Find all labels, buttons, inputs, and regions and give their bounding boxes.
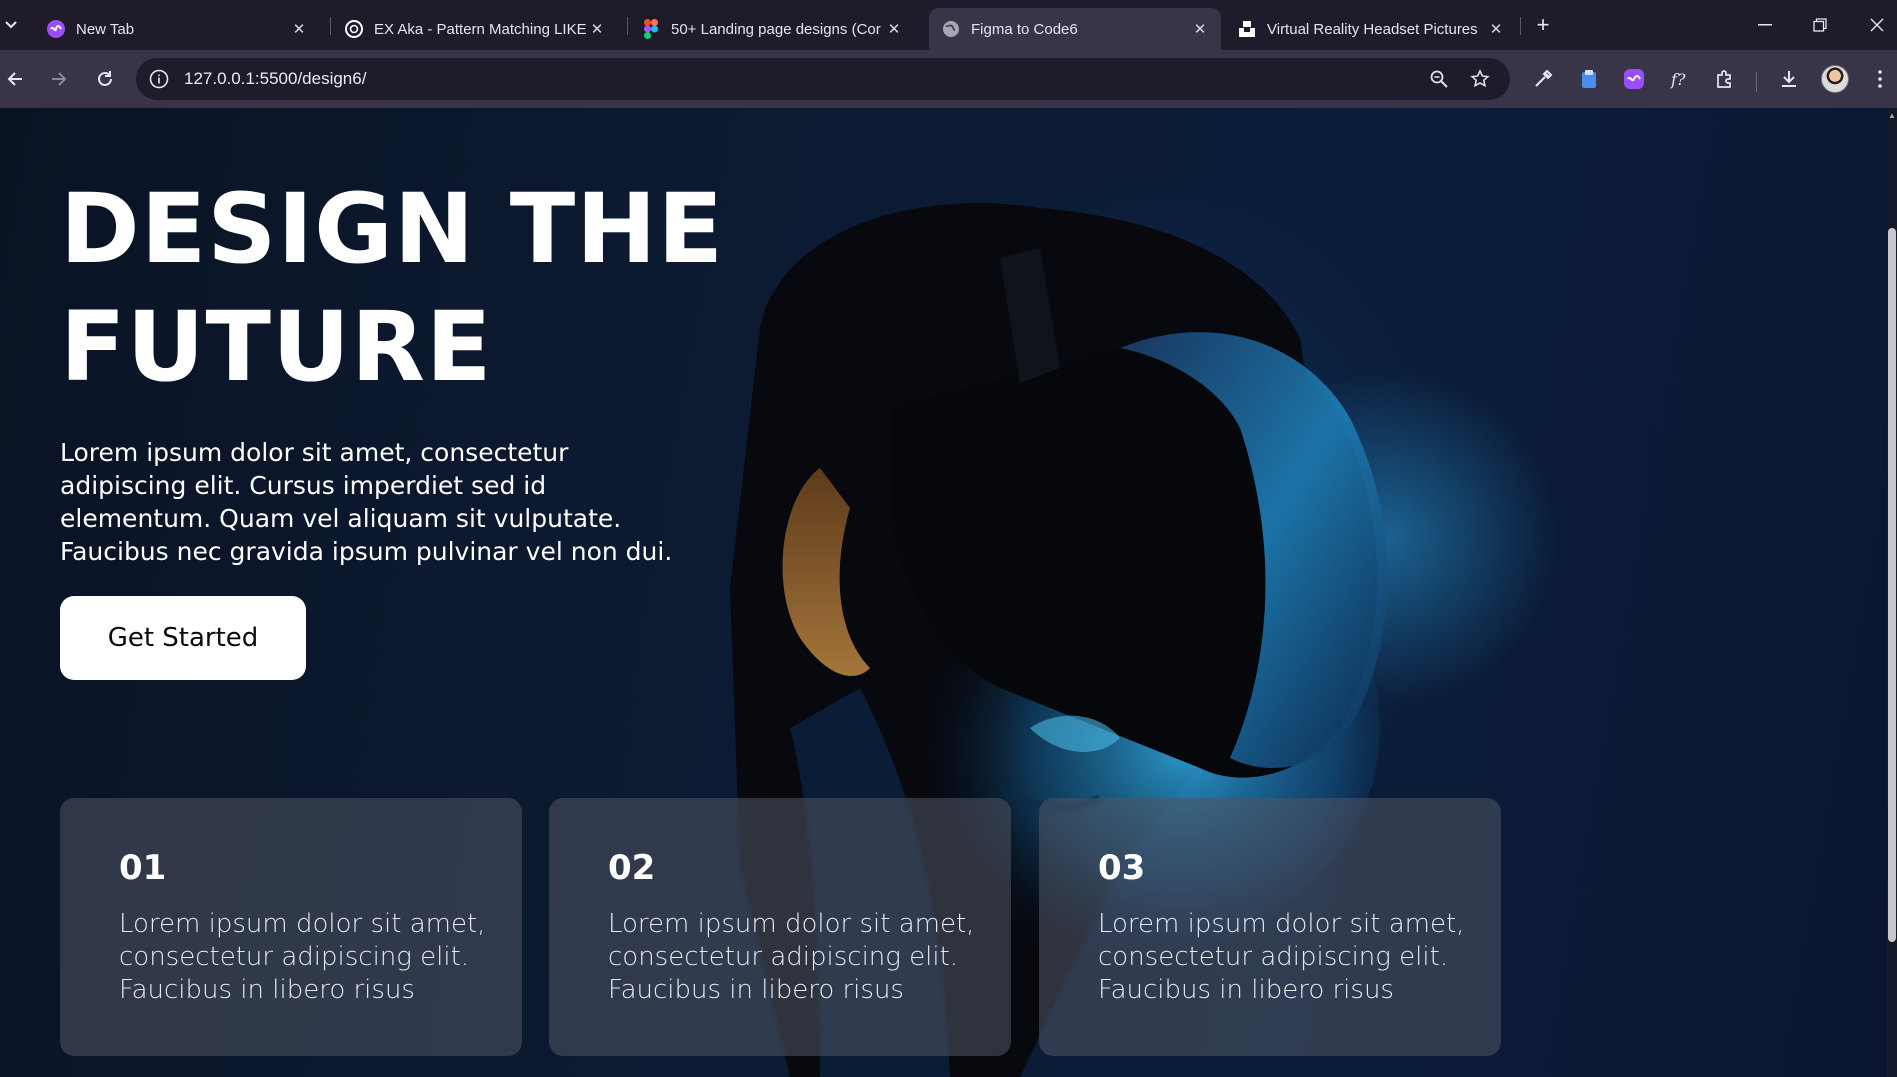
close-window-icon[interactable] [1860,8,1894,42]
close-icon[interactable]: ✕ [1189,18,1211,40]
site-info-icon[interactable] [146,66,172,92]
feature-card-text: Lorem ipsum dolor sit amet, consectetur … [119,909,486,1005]
eyedropper-icon[interactable] [1528,62,1558,96]
purple-ai-icon [46,19,66,39]
address-bar[interactable]: 127.0.0.1:5500/design6/ [136,58,1510,100]
bookmark-star-icon[interactable] [1467,66,1493,92]
close-icon[interactable]: ✕ [1485,18,1507,40]
tab-pattern-matching[interactable]: EX Aka - Pattern Matching LIKE ✕ [332,8,618,50]
svg-text:f?: f? [1670,70,1686,89]
font-extension-icon[interactable]: f? [1665,62,1695,96]
feature-card-02: 02 Lorem ipsum dolor sit amet, consectet… [549,798,1011,1056]
restore-icon[interactable] [1803,8,1837,42]
forward-arrow-icon[interactable] [42,62,76,96]
tab-title: New Tab [76,20,135,38]
get-started-button[interactable]: Get Started [60,596,306,680]
toolbar-divider [1756,72,1757,92]
unsplash-icon [1237,19,1257,39]
url-text[interactable]: 127.0.0.1:5500/design6/ [184,69,366,89]
feature-card-01: 01 Lorem ipsum dolor sit amet, consectet… [60,798,522,1056]
tab-title: Virtual Reality Headset Pictures [1267,20,1478,38]
minimize-icon[interactable] [1748,8,1782,42]
close-icon[interactable]: ✕ [883,18,905,40]
purple-ai-extension-icon[interactable] [1619,62,1649,96]
extensions-puzzle-icon[interactable] [1710,62,1740,96]
hero-title-line-2: FUTURE [60,291,493,403]
download-icon[interactable] [1774,62,1804,96]
new-tab-button[interactable]: + [1530,12,1556,38]
page-viewport: DESIGN THE FUTURE Lorem ipsum dolor sit … [0,108,1897,1077]
browser-toolbar: 127.0.0.1:5500/design6/ [0,50,1897,108]
scrollbar-thumb[interactable] [1888,228,1896,942]
close-icon[interactable]: ✕ [288,18,310,40]
feature-card-03: 03 Lorem ipsum dolor sit amet, consectet… [1039,798,1501,1056]
profile-avatar[interactable] [1821,65,1849,93]
feature-card-text: Lorem ipsum dolor sit amet, consectetur … [608,909,975,1005]
tab-separator [330,17,331,35]
hero-title: DESIGN THE FUTURE [60,170,780,406]
tab-title: Figma to Code6 [971,20,1078,38]
tab-separator [627,17,628,35]
tab-new-tab[interactable]: New Tab ✕ [34,8,320,50]
tab-title: EX Aka - Pattern Matching LIKE [374,20,586,38]
tab-separator [1520,17,1521,35]
globe-icon [941,19,961,39]
back-arrow-icon[interactable] [0,62,32,96]
scroll-up-arrow-icon[interactable]: ▲ [1888,112,1896,120]
feature-card-text: Lorem ipsum dolor sit amet, consectetur … [1098,909,1465,1005]
feature-card-number: 03 [1098,848,1146,888]
tab-strip: New Tab ✕ EX Aka - Pattern Matching LIKE… [0,0,1897,50]
page-scrollbar[interactable]: ▲ [1887,108,1897,1077]
figma-icon [641,19,661,39]
reload-icon[interactable] [88,62,122,96]
tab-search-icon[interactable] [0,8,22,42]
openai-icon [344,19,364,39]
tab-title: 50+ Landing page designs (Cor [671,20,881,38]
tab-vr-headset-pictures[interactable]: Virtual Reality Headset Pictures ✕ [1225,8,1517,50]
hero-title-line-1: DESIGN THE [60,173,725,285]
tab-figma-to-code6[interactable]: Figma to Code6 ✕ [929,8,1221,50]
tab-landing-designs[interactable]: 50+ Landing page designs (Cor ✕ [629,8,915,50]
close-icon[interactable]: ✕ [586,18,608,40]
clipboard-extension-icon[interactable] [1574,62,1604,96]
hero-description: Lorem ipsum dolor sit amet, consectetur … [60,438,673,566]
zoom-icon[interactable] [1426,66,1452,92]
more-menu-icon[interactable] [1865,62,1895,96]
feature-card-number: 01 [119,848,167,888]
feature-card-number: 02 [608,848,656,888]
